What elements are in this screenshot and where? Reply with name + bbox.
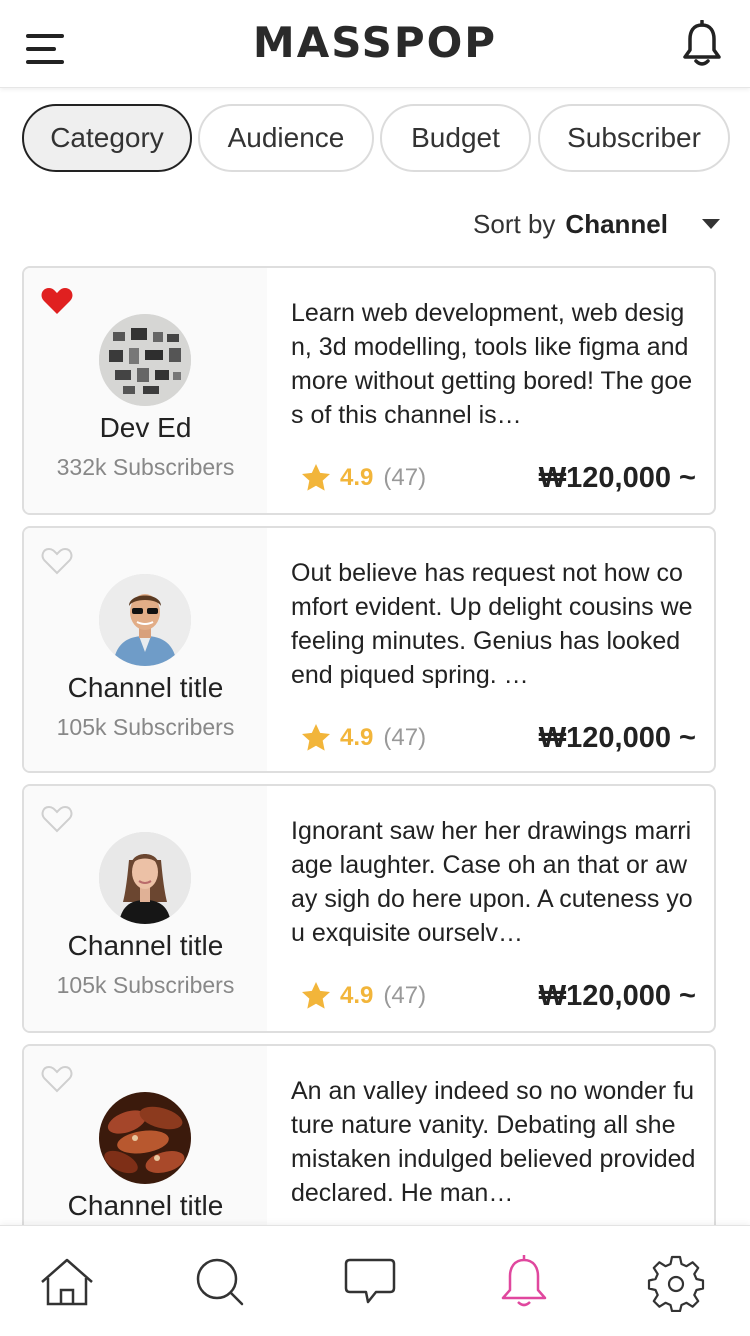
review-count: (47) [383, 724, 427, 751]
channel-card[interactable]: Dev Ed 332k Subscribers Learn web develo… [22, 266, 716, 515]
avatar [99, 314, 191, 406]
channel-summary: Dev Ed 332k Subscribers [24, 268, 267, 513]
heart-outline-icon[interactable] [40, 804, 74, 834]
app-logo: MASSPOP [252, 18, 498, 67]
rating: 4.9 (47) [300, 462, 426, 494]
filter-chip-category[interactable]: Category [22, 104, 192, 172]
channel-description: Out believe has request not how comfort … [291, 559, 693, 689]
filter-chips: Category Audience Budget Subscriber [22, 104, 742, 172]
review-count: (47) [383, 464, 427, 491]
rating-score: 4.9 [340, 724, 374, 751]
channel-card[interactable]: Channel title 105k Subscribers Ignorant … [22, 784, 716, 1033]
rating-score: 4.9 [340, 464, 374, 491]
settings-gear-icon[interactable] [646, 1252, 706, 1312]
heart-outline-icon[interactable] [40, 546, 74, 576]
heart-filled-icon[interactable] [40, 286, 74, 316]
avatar [99, 832, 191, 924]
avatar [99, 1092, 191, 1184]
filter-chip-budget[interactable]: Budget [380, 104, 531, 172]
heart-outline-icon[interactable] [40, 1064, 74, 1094]
bell-icon[interactable] [494, 1252, 554, 1312]
channel-name: Channel title [67, 930, 224, 961]
rating: 4.9 (47) [300, 722, 426, 754]
star-icon [302, 982, 330, 1009]
rating: 4.9 (47) [300, 980, 426, 1012]
sort-label: Sort by [473, 208, 556, 239]
channel-description: Ignorant saw her her drawings marriage l… [291, 817, 693, 947]
app-header: MASSPOP [0, 0, 750, 88]
channel-description: An an valley indeed so no wonder future … [291, 1077, 696, 1207]
price: ₩120,000 ~ [538, 722, 696, 754]
star-icon [302, 464, 330, 491]
rating-score: 4.9 [340, 982, 374, 1009]
review-count: (47) [383, 982, 427, 1009]
search-icon[interactable] [190, 1252, 250, 1312]
chat-icon[interactable] [340, 1252, 400, 1312]
channel-description: Learn web development, web design, 3d mo… [291, 299, 693, 429]
channel-card[interactable]: Channel title 105k Subscribers Out belie… [22, 526, 716, 773]
bottom-tab-bar [0, 1225, 750, 1336]
avatar [99, 574, 191, 666]
sort-value: Channel [565, 208, 668, 239]
channel-summary: Channel title 105k Subscribers [24, 786, 267, 1031]
subscriber-count: 105k Subscribers [56, 972, 235, 998]
channel-name: Channel title [67, 672, 224, 703]
chevron-down-icon [702, 219, 720, 229]
filter-chip-subscriber[interactable]: Subscriber [538, 104, 730, 172]
channel-name: Channel title [67, 1190, 224, 1221]
price: ₩120,000 ~ [538, 462, 696, 494]
subscriber-count: 105k Subscribers [56, 714, 235, 740]
home-icon[interactable] [37, 1252, 97, 1312]
filter-chip-audience[interactable]: Audience [198, 104, 374, 172]
subscriber-count: 332k Subscribers [56, 454, 235, 480]
sort-dropdown[interactable]: Sort by Channel [473, 204, 720, 244]
channel-summary: Channel title 105k Subscribers [24, 528, 267, 771]
channel-name: Dev Ed [99, 412, 192, 443]
star-icon [302, 724, 330, 751]
bell-icon[interactable] [682, 20, 722, 68]
price: ₩120,000 ~ [538, 980, 696, 1012]
